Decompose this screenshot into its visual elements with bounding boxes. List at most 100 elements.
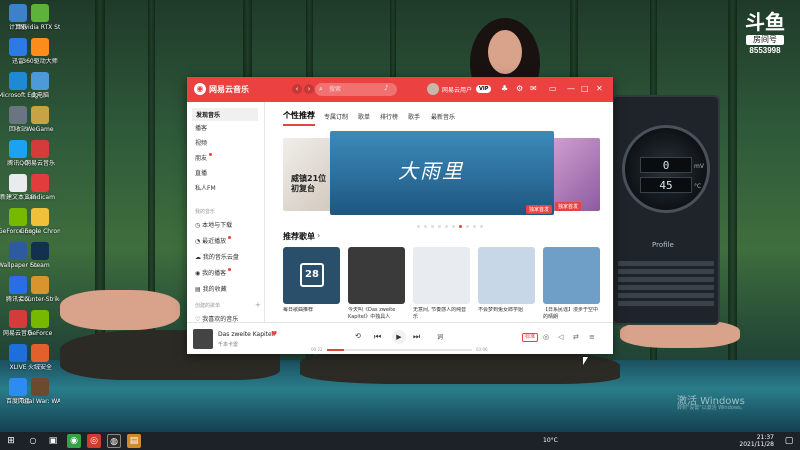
mini-mode-icon[interactable]: ▭ xyxy=(549,83,557,95)
banner-dot[interactable] xyxy=(480,225,483,228)
desktop-icon-label: 360驱动大师 xyxy=(22,58,58,65)
now-playing-artist[interactable]: 千本卡雷 xyxy=(218,341,238,348)
desktop-icon[interactable]: Google Chrome xyxy=(20,208,60,235)
maximize-icon[interactable]: □ xyxy=(581,83,589,95)
banner-main[interactable]: 大雨里 独家首发 xyxy=(330,131,554,215)
weather-text[interactable]: 10°C xyxy=(543,437,558,444)
progress-bar[interactable] xyxy=(327,349,472,351)
previous-icon[interactable]: ⏮ xyxy=(374,332,381,342)
sidebar-item[interactable]: 直播 xyxy=(195,168,207,177)
microphone-icon[interactable]: ♪ xyxy=(384,84,388,92)
playlist-cover[interactable] xyxy=(543,247,600,304)
playlist-icon[interactable]: ≡ xyxy=(589,333,595,341)
desktop-icon[interactable]: 此电脑 xyxy=(20,72,60,99)
tab[interactable]: 排行榜 xyxy=(380,112,398,121)
gauge-bar xyxy=(618,261,714,266)
netease-taskbar-icon[interactable]: ◎ xyxy=(87,434,101,448)
playlist-card[interactable]: 今天叫《Das zweite Kapitel》中独具人 xyxy=(348,247,405,321)
desktop-icon[interactable]: Counter-Strike Global Offensive xyxy=(20,276,60,303)
banner-dot[interactable] xyxy=(473,225,476,228)
sidebar-item-mine[interactable]: ▤ 我的收藏 xyxy=(195,284,227,293)
sidebar-item[interactable]: 播客 xyxy=(195,123,207,132)
desktop-icon[interactable]: 网易云音乐 xyxy=(20,140,60,167)
mail-icon[interactable]: ✉ xyxy=(530,83,537,95)
banner-dot[interactable] xyxy=(417,225,420,228)
sidebar-item-mine[interactable]: ◔ 最近播放 xyxy=(195,236,232,245)
sidebar-item-mine[interactable]: ◉ 我的播客 xyxy=(195,268,232,277)
recommend-title[interactable]: 推荐歌单 xyxy=(283,231,315,242)
sidebar-item[interactable]: 私人FM xyxy=(195,183,216,192)
playlist-caption[interactable]: 无意间, 节奏感人的纯音乐 xyxy=(413,307,470,321)
sidebar-item-mine[interactable]: ◷ 本地与下载 xyxy=(195,220,232,229)
forward-button[interactable]: › xyxy=(304,84,314,94)
minimize-icon[interactable]: — xyxy=(567,83,575,95)
playlist-caption[interactable]: 不会梦到兔女郎学姐 xyxy=(478,307,535,321)
sidebar-item-mine[interactable]: ☁ 我的音乐云盘 xyxy=(195,252,239,261)
playlist-card[interactable]: 【日系民谣】漫步于空中的晴朗 xyxy=(543,247,600,321)
repeat-icon[interactable]: ⟲ xyxy=(355,332,361,340)
now-playing-cover[interactable] xyxy=(193,329,213,349)
tab[interactable]: 歌手 xyxy=(408,112,420,121)
sidebar-item[interactable]: 发现音乐 xyxy=(192,108,258,121)
browser-icon[interactable]: ◍ xyxy=(107,434,121,448)
user-avatar[interactable] xyxy=(427,83,439,95)
folder-icon[interactable]: ▤ xyxy=(127,434,141,448)
wechat-icon[interactable]: ◉ xyxy=(67,434,81,448)
vip-badge[interactable]: VIP xyxy=(476,85,492,93)
banner-dot[interactable] xyxy=(452,225,455,228)
lyric-icon[interactable]: 词 xyxy=(437,332,443,341)
heart-icon[interactable]: ♥ xyxy=(271,330,277,338)
next-icon[interactable]: ⏭ xyxy=(413,332,420,342)
banner-dot[interactable] xyxy=(466,225,469,228)
search-icon[interactable]: ○ xyxy=(26,434,40,448)
tab[interactable]: 个性推荐 xyxy=(283,110,315,121)
shirt-icon[interactable]: ♣ xyxy=(501,83,508,95)
now-playing-title[interactable]: Das zweite Kapitel xyxy=(218,331,273,338)
desktop-icon-label: Steam xyxy=(30,262,50,269)
gauge-bar xyxy=(618,269,714,274)
playlist-caption[interactable]: 【日系民谣】漫步于空中的晴朗 xyxy=(543,307,600,321)
task-view-icon[interactable]: ▣ xyxy=(46,434,60,448)
banner-dot[interactable] xyxy=(424,225,427,228)
notification-icon[interactable]: ▢ xyxy=(782,434,796,448)
banner-dot[interactable] xyxy=(438,225,441,228)
banner-dot[interactable] xyxy=(431,225,434,228)
volume-icon[interactable]: ◁ xyxy=(558,333,563,341)
playlist-card[interactable]: 28 每日歌曲推荐 xyxy=(283,247,340,321)
banner-dot[interactable] xyxy=(445,225,448,228)
back-button[interactable]: ‹ xyxy=(292,84,302,94)
desktop-icon[interactable]: 火绒安全 xyxy=(20,344,60,371)
desktop-icon[interactable]: 360驱动大师 xyxy=(20,38,60,65)
recommend-arrow[interactable]: › xyxy=(317,231,320,240)
playlist-caption[interactable]: 每日歌曲推荐 xyxy=(283,307,340,321)
playlist-cover[interactable]: 28 xyxy=(283,247,340,304)
desktop-icon[interactable]: GeForce xyxy=(20,310,60,337)
desktop-icon[interactable]: Nvidia RTX Studio 9 xyxy=(20,4,60,31)
tab[interactable]: 专属订制 xyxy=(324,112,348,121)
tab[interactable]: 歌单 xyxy=(358,112,370,121)
playlist-cover[interactable] xyxy=(413,247,470,304)
playlist-card[interactable]: 无意间, 节奏感人的纯音乐 xyxy=(413,247,470,321)
desktop-icon[interactable]: Steam xyxy=(20,242,60,269)
desktop-icon[interactable]: WeGame xyxy=(20,106,60,133)
playlist-cover[interactable] xyxy=(478,247,535,304)
sidebar-item[interactable]: 视频 xyxy=(195,138,207,147)
playlist-caption[interactable]: 今天叫《Das zweite Kapitel》中独具人 xyxy=(348,307,405,321)
windows-start-icon[interactable]: ⊞ xyxy=(4,434,18,448)
clock[interactable]: 21:37 2021/11/28 xyxy=(739,434,774,448)
username[interactable]: 网易云用户 xyxy=(442,85,474,94)
close-icon[interactable]: ✕ xyxy=(596,83,603,95)
quality-badge[interactable]: 标准 xyxy=(522,333,539,342)
playlist-cover[interactable] xyxy=(348,247,405,304)
gear-icon[interactable]: ⚙ xyxy=(516,83,523,95)
banner-dot[interactable] xyxy=(459,225,462,228)
share-icon[interactable]: ⇄ xyxy=(573,333,579,341)
desktop-icon[interactable]: Bandicam xyxy=(20,174,60,201)
desktop-icon[interactable]: Total War: WARHAMMER xyxy=(20,378,60,405)
add-playlist-icon[interactable]: + xyxy=(255,301,261,309)
sound-effect-icon[interactable]: ◎ xyxy=(543,333,549,341)
playlist-card[interactable]: 不会梦到兔女郎学姐 xyxy=(478,247,535,321)
play-button[interactable]: ▶ xyxy=(392,330,406,344)
tab[interactable]: 最新音乐 xyxy=(431,112,455,121)
sidebar-item[interactable]: 朋友 xyxy=(195,153,213,162)
